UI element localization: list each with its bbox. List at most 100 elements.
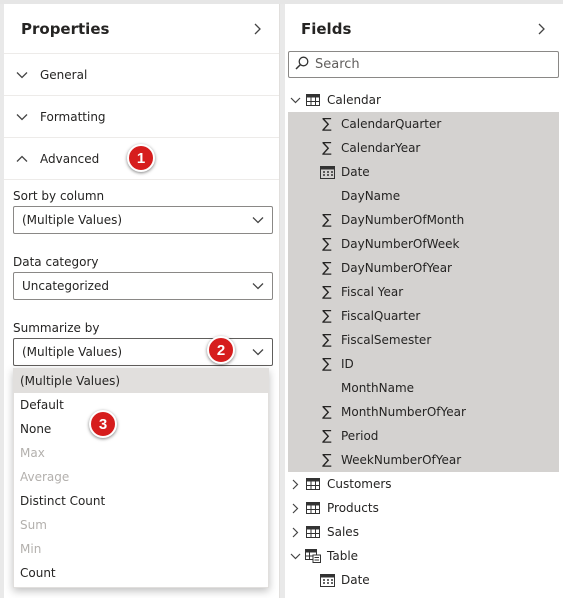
sort-by-column-label: Sort by column [13,189,105,203]
fields-tree: Calendar ∑ CalendarQuarter ∑ CalendarYear … [285,88,563,592]
field-period[interactable]: ∑ Period [288,424,559,448]
field-month-number-of-year[interactable]: ∑ MonthNumberOfYear [288,400,559,424]
chevron-down-icon [252,213,264,227]
field-name: Fiscal Year [341,285,404,299]
field-week-number-of-year[interactable]: ∑ WeekNumberOfYear [288,448,559,472]
chevron-down-icon [252,279,264,293]
data-category-dropdown[interactable]: Uncategorized [13,272,273,300]
section-general[interactable]: General [4,54,279,96]
field-table-date[interactable]: Date [285,568,563,592]
menu-item-count[interactable]: Count [14,561,268,585]
table-calendar[interactable]: Calendar [285,88,563,112]
table-name: Customers [327,477,392,491]
chevron-down-icon[interactable] [288,553,302,560]
menu-item-multiple-values[interactable]: (Multiple Values) [14,369,268,393]
sigma-icon: ∑ [322,116,332,132]
properties-pane: Properties General Formatting Advanced S… [4,4,280,598]
field-day-number-of-year[interactable]: ∑ DayNumberOfYear [288,256,559,280]
field-name: FiscalQuarter [341,309,421,323]
chevron-down-icon [14,109,30,125]
menu-item-min: Min [20,542,42,556]
sigma-icon: ∑ [322,404,332,420]
field-calendar-quarter[interactable]: ∑ CalendarQuarter [288,112,559,136]
section-label: Advanced [40,151,100,166]
field-date[interactable]: Date [288,160,559,184]
table-name: Calendar [327,93,381,107]
table-icon [305,502,321,514]
table-icon [305,478,321,490]
chevron-down-icon [252,345,264,359]
table-table[interactable]: Table [285,544,563,568]
field-fiscal-semester[interactable]: ∑ FiscalSemester [288,328,559,352]
field-name: DayNumberOfMonth [341,213,465,227]
field-day-name[interactable]: DayName [288,184,559,208]
field-name: DayName [341,189,401,203]
search-icon [295,56,309,73]
fields-title: Fields [301,20,352,38]
collapse-fields-chevron-icon[interactable] [533,21,549,37]
field-fiscal-quarter[interactable]: ∑ FiscalQuarter [288,304,559,328]
search-input[interactable]: Search [288,51,559,78]
section-label: General [40,67,88,82]
sigma-icon: ∑ [322,212,332,228]
sigma-icon: ∑ [322,284,332,300]
field-day-number-of-month[interactable]: ∑ DayNumberOfMonth [288,208,559,232]
section-formatting[interactable]: Formatting [4,96,279,138]
field-id[interactable]: ∑ ID [288,352,559,376]
callout-badge-1: 1 [127,144,155,172]
chevron-up-icon [14,151,30,167]
field-name: Period [341,429,379,443]
table-icon [305,526,321,538]
callout-badge-3: 3 [89,410,117,438]
menu-item-distinct-count[interactable]: Distinct Count [14,489,268,513]
sigma-icon: ∑ [322,428,332,444]
menu-item-default[interactable]: Default [14,393,268,417]
search-placeholder: Search [315,57,360,72]
dropdown-value: (Multiple Values) [22,345,123,359]
field-name: CalendarYear [341,141,421,155]
collapse-properties-chevron-icon[interactable] [249,21,265,37]
chevron-down-icon[interactable] [288,97,302,104]
blank-icon [319,380,335,396]
chevron-down-icon [14,67,30,83]
calendar-icon [319,164,335,180]
field-name: MonthNumberOfYear [341,405,466,419]
summarize-by-menu: (Multiple Values) Default None Max Avera… [13,368,269,588]
field-month-name[interactable]: MonthName [288,376,559,400]
chevron-right-icon[interactable] [288,503,302,514]
table-customers[interactable]: Customers [285,472,563,496]
sort-by-column-dropdown[interactable]: (Multiple Values) [13,206,273,234]
callout-badge-2: 2 [207,336,235,364]
field-name: WeekNumberOfYear [341,453,462,467]
field-name: DayNumberOfWeek [341,237,460,251]
table-products[interactable]: Products [285,496,563,520]
table-sales[interactable]: Sales [285,520,563,544]
field-fiscal-year[interactable]: ∑ Fiscal Year [288,280,559,304]
calendar-icon [319,572,335,588]
section-label: Formatting [40,109,106,124]
field-day-number-of-week[interactable]: ∑ DayNumberOfWeek [288,232,559,256]
chevron-right-icon[interactable] [288,527,302,538]
calculated-table-icon [305,549,321,563]
sigma-icon: ∑ [322,452,332,468]
sigma-icon: ∑ [322,356,332,372]
field-name: DayNumberOfYear [341,261,452,275]
chevron-right-icon[interactable] [288,479,302,490]
menu-item-sum: Sum [20,518,47,532]
properties-title: Properties [21,19,110,38]
menu-item-average: Average [20,470,70,484]
menu-item-none[interactable]: None [14,417,268,441]
table-name: Sales [327,525,359,539]
calendar-fields: ∑ CalendarQuarter ∑ CalendarYear Date DayN… [288,112,559,472]
field-calendar-year[interactable]: ∑ CalendarYear [288,136,559,160]
sigma-icon: ∑ [322,332,332,348]
summarize-by-label: Summarize by [13,321,100,335]
fields-header: Fields [285,4,563,54]
sigma-icon: ∑ [322,260,332,276]
sigma-icon: ∑ [322,140,332,156]
sigma-icon: ∑ [322,308,332,324]
field-name: CalendarQuarter [341,117,442,131]
table-icon [305,94,321,106]
fields-pane: Fields Search Calendar ∑ CalendarQuarter … [285,4,563,598]
menu-item-max: Max [20,446,45,460]
